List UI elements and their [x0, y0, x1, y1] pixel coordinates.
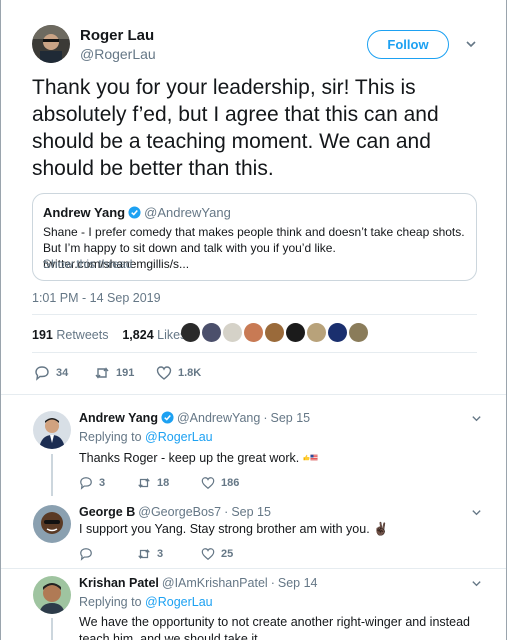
replying-to: Replying to @RogerLau — [79, 595, 213, 609]
reply-text: We have the opportunity to not create an… — [79, 615, 470, 640]
reply-button[interactable]: 3 — [79, 476, 137, 490]
thread-line — [51, 454, 53, 496]
liker-avatars — [181, 323, 368, 342]
heart-icon — [201, 477, 215, 490]
author-name[interactable]: Roger Lau — [80, 27, 154, 44]
quoted-tweet[interactable]: Andrew Yang @AndrewYang Shane - I prefer … — [32, 193, 477, 281]
reply-avatar[interactable] — [33, 505, 71, 543]
chevron-down-icon[interactable] — [471, 413, 482, 424]
retweets-label[interactable]: Retweets — [56, 328, 108, 342]
tweet-actions: 34 191 1.8K — [34, 365, 201, 381]
reply-text: Thanks Roger - keep up the great work. — [79, 450, 479, 467]
heart-icon — [156, 366, 172, 380]
liker-avatar[interactable] — [265, 323, 284, 342]
liker-avatar[interactable] — [181, 323, 200, 342]
reply-count: 3 — [99, 477, 106, 489]
liker-avatar[interactable] — [202, 323, 221, 342]
thread-line — [51, 618, 53, 640]
replying-to-link[interactable]: @RogerLau — [145, 430, 213, 444]
reply-icon — [80, 477, 92, 490]
reply-date-separator: · — [224, 505, 229, 519]
reply-date[interactable]: Sep 15 — [270, 411, 310, 425]
replying-to-link[interactable]: @RogerLau — [145, 595, 213, 609]
reply-header: George B @GeorgeBos7 · Sep 15 — [79, 505, 271, 519]
divider — [1, 568, 506, 569]
thumbs-up-us-flag-emoji-icon — [303, 454, 318, 461]
author-handle[interactable]: @RogerLau — [80, 46, 156, 62]
like-count: 186 — [221, 477, 240, 489]
show-thread-link[interactable]: Show this thread — [43, 257, 132, 271]
reply-avatar[interactable] — [33, 411, 71, 449]
quoted-author-handle: @AndrewYang — [144, 205, 231, 220]
reply-avatar[interactable] — [33, 576, 71, 614]
quoted-author: Andrew Yang @AndrewYang — [43, 205, 231, 220]
divider — [32, 314, 477, 315]
retweets-count[interactable]: 191 — [32, 328, 53, 342]
liker-avatar[interactable] — [244, 323, 263, 342]
likes-count[interactable]: 1,824 — [122, 328, 153, 342]
reply-button[interactable]: 34 — [34, 365, 94, 381]
reply-text-content: Thanks Roger - keep up the great work. — [79, 451, 300, 465]
liker-avatar[interactable] — [286, 323, 305, 342]
reply-date-separator: · — [263, 411, 268, 425]
reply-button[interactable] — [79, 547, 137, 561]
reply-icon — [35, 366, 49, 381]
heart-icon — [201, 548, 215, 561]
divider — [32, 352, 477, 353]
like-button[interactable]: 186 — [201, 476, 239, 490]
quoted-author-name: Andrew Yang — [43, 205, 126, 220]
reply-author-name[interactable]: Andrew Yang — [79, 411, 158, 425]
liker-avatar[interactable] — [349, 323, 368, 342]
divider — [1, 394, 506, 395]
reply-author-name[interactable]: Krishan Patel — [79, 576, 159, 590]
reply-icon — [80, 548, 92, 561]
reply-date[interactable]: Sep 15 — [231, 505, 271, 519]
like-button[interactable]: 1.8K — [156, 365, 201, 381]
reply-author-name[interactable]: George B — [79, 505, 135, 519]
like-count: 1.8K — [178, 367, 202, 379]
verified-icon — [128, 206, 141, 219]
retweet-button[interactable]: 18 — [137, 476, 201, 490]
reply-count: 34 — [56, 367, 69, 379]
reply-actions: 3 18 186 — [79, 476, 239, 490]
reply-header: Krishan Patel @IAmKrishanPatel · Sep 14 — [79, 576, 317, 590]
liker-avatar[interactable] — [307, 323, 326, 342]
retweet-icon — [138, 478, 150, 488]
retweet-count: 18 — [157, 477, 170, 489]
retweet-button[interactable]: 191 — [94, 365, 156, 381]
retweet-count: 3 — [157, 548, 164, 560]
author-avatar[interactable] — [32, 25, 70, 63]
reply-date-separator: · — [270, 576, 275, 590]
chevron-down-icon[interactable] — [465, 38, 477, 50]
chevron-down-icon[interactable] — [471, 507, 482, 518]
reply-text: I support you Yang. Stay strong brother … — [79, 522, 389, 536]
replying-to-prefix: Replying to — [79, 595, 142, 609]
reply-author-handle[interactable]: @GeorgeBos7 — [138, 505, 221, 519]
replying-to: Replying to @RogerLau — [79, 430, 213, 444]
like-count: 25 — [221, 548, 234, 560]
reply-author-handle[interactable]: @IAmKrishanPatel — [162, 576, 268, 590]
engagement-stats: 191 Retweets 1,824 Likes — [32, 328, 186, 342]
reply-header: Andrew Yang @AndrewYang · Sep 15 — [79, 411, 310, 425]
follow-button[interactable]: Follow — [367, 30, 449, 59]
tweet-page: Roger Lau @RogerLau Follow Thank you for… — [0, 0, 507, 640]
liker-avatar[interactable] — [328, 323, 347, 342]
retweet-icon — [95, 367, 109, 379]
chevron-down-icon[interactable] — [471, 578, 482, 589]
tweet-text: Thank you for your leadership, sir! This… — [32, 76, 439, 180]
verified-icon — [161, 411, 174, 424]
reply-actions: 3 25 — [79, 547, 233, 561]
retweet-count: 191 — [116, 367, 135, 379]
reply-author-handle[interactable]: @AndrewYang — [177, 411, 260, 425]
tweet-timestamp[interactable]: 1:01 PM - 14 Sep 2019 — [32, 291, 161, 305]
like-button[interactable]: 25 — [201, 547, 233, 561]
retweet-icon — [138, 549, 150, 559]
retweet-button[interactable]: 3 — [137, 547, 201, 561]
liker-avatar[interactable] — [223, 323, 242, 342]
replying-to-prefix: Replying to — [79, 430, 142, 444]
reply-date[interactable]: Sep 14 — [278, 576, 318, 590]
